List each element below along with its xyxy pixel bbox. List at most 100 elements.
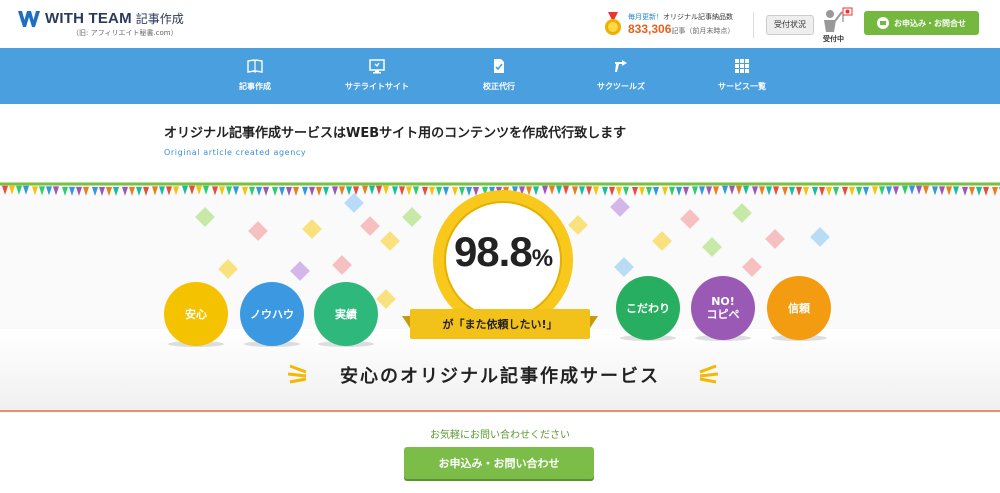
bunting-flag [23, 185, 29, 195]
confetti-piece [568, 215, 588, 235]
bunting-flag [399, 186, 405, 196]
bunting-flag [916, 185, 922, 195]
bunting-flag [593, 186, 599, 196]
bunting-flag [383, 185, 389, 195]
feature-circle-knowhow: ノウハウ [240, 282, 304, 346]
bunting-flag [939, 186, 945, 196]
bunting-flag [92, 187, 98, 196]
stat-heading: 毎月更新！オリジナル記事納品数 [628, 12, 733, 22]
nav-item-sakutools[interactable]: サクツールズ [594, 48, 648, 104]
logo-subtitle: （旧: アフィリエイト秘書.com） [72, 29, 178, 37]
bunting-flag [969, 186, 975, 196]
bunting-flag [293, 187, 299, 196]
confetti-piece [360, 216, 380, 236]
bunting-flag [113, 187, 119, 196]
bunting-flag [122, 186, 128, 196]
bunting-flag [609, 186, 615, 196]
bunting-flag [932, 186, 938, 196]
bunting-flag [249, 186, 255, 196]
sparkle-right-icon [699, 364, 718, 384]
rate-percent: % [531, 245, 553, 272]
bunting-flag [443, 186, 449, 196]
stat-unit: 記事 [671, 27, 686, 35]
header-contact-button[interactable]: お申込み・お問合せ [864, 11, 979, 35]
bunting-flag [196, 185, 202, 195]
logo-suffix: 記事作成 [135, 12, 184, 26]
bunting-flag [902, 185, 908, 195]
stat-number: 833,306 [628, 22, 672, 36]
bunting-flag [692, 186, 698, 196]
main-nav: 記事作成 サテライトサイト 校正代行 サクツールズ サービス一覧 [0, 48, 1000, 104]
bunting-flag [819, 187, 825, 196]
bunting-flag [909, 185, 915, 195]
bunting-flag [182, 185, 188, 195]
contact-button[interactable]: お申込み・お問い合わせ [404, 447, 594, 479]
bunting-flag [309, 186, 315, 196]
bunting-flag [203, 185, 209, 195]
bunting-flag [863, 186, 869, 196]
bunting-flag [886, 186, 892, 196]
feature-circle-anshin: 安心 [164, 282, 228, 346]
bunting-flag [459, 187, 465, 196]
bunting-flag [346, 186, 352, 196]
confetti-piece [302, 219, 322, 239]
nav-item-services[interactable]: サービス一覧 [716, 48, 768, 104]
feature-circle-jisseki: 実績 [314, 282, 378, 346]
nav-item-satellite[interactable]: サテライトサイト [344, 48, 410, 104]
bunting-flag [676, 186, 682, 196]
bunting-flag [893, 186, 899, 196]
bunting-flag [563, 185, 569, 195]
bunting-flag [413, 186, 419, 196]
confetti-piece [614, 257, 634, 277]
nav-item-article[interactable]: 記事作成 [237, 48, 273, 104]
bunting-flag [83, 186, 89, 196]
bunting-flag [662, 186, 668, 196]
book-icon [247, 59, 263, 73]
bunting-flag [602, 186, 608, 196]
bunting-flag [392, 186, 398, 196]
status-label: 受付中 [823, 35, 844, 43]
bunting-flag [143, 186, 149, 196]
bunting-flag [579, 186, 585, 196]
bunting-flag [856, 186, 862, 196]
bunting-flag [286, 187, 292, 196]
logo-w-icon [18, 10, 40, 27]
bunting-flag [69, 186, 75, 196]
bunting-flag [272, 187, 278, 196]
bunting-flag [16, 185, 22, 195]
bunting-flag [226, 186, 232, 196]
bunting-flag [422, 186, 428, 196]
confetti-piece [652, 231, 672, 251]
bunting-flag [129, 186, 135, 196]
bunting-flag [452, 187, 458, 196]
bunting-flag [369, 185, 375, 195]
bunting-flag [533, 186, 539, 196]
bunting-flag [9, 185, 15, 195]
bunting-flag [842, 186, 848, 196]
header-contact-label: お申込み・お問合せ [894, 18, 966, 28]
rate-ribbon: が「また依頼したい!」 [410, 309, 590, 339]
bunting-flag [586, 186, 592, 196]
bunting-flag [992, 187, 998, 196]
bunting-flag [766, 186, 772, 196]
site-logo[interactable]: WITH TEAM 記事作成 [18, 10, 184, 27]
bunting-flag [833, 187, 839, 196]
confetti-piece [610, 197, 630, 217]
bunting-flag [722, 185, 728, 195]
bunting-flag [699, 186, 705, 196]
nav-item-proofreading[interactable]: 校正代行 [481, 48, 517, 104]
bunting-flag [106, 187, 112, 196]
status-button[interactable]: 受付状況 [766, 15, 814, 35]
bunting-flag [572, 186, 578, 196]
confetti-piece [402, 207, 422, 227]
bunting-flag [53, 186, 59, 196]
logo-text: WITH TEAM [45, 10, 132, 27]
bunting-flag [166, 186, 172, 196]
bunting-flag [316, 186, 322, 196]
stat-note: （前月末時点） [685, 27, 735, 35]
bunting-flag [653, 187, 659, 196]
monitor-icon [369, 59, 385, 74]
page-headline: オリジナル記事作成サービスはWEBサイト用のコンテンツを作成代行致します [164, 126, 627, 141]
bunting-flag [152, 186, 158, 196]
bunting-flag [279, 187, 285, 196]
